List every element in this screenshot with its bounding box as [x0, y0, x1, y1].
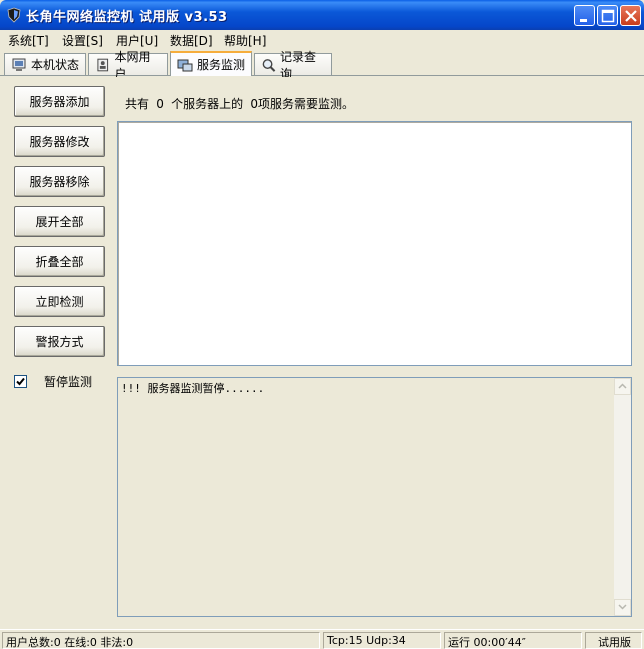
close-button[interactable]	[620, 5, 641, 26]
menu-settings[interactable]: 设置[S]	[62, 32, 103, 49]
log-textarea[interactable]: !!! 服务器监测暂停......	[117, 377, 632, 617]
computer-status-icon	[12, 58, 26, 71]
alert-method-button[interactable]: 警报方式	[14, 326, 105, 357]
pause-monitor-row[interactable]: 暂停监测	[14, 373, 92, 390]
title-bar[interactable]: 长角牛网络监控机 试用版 v3.53	[0, 0, 644, 30]
arrow-up-icon	[618, 383, 627, 389]
scroll-up-button[interactable]	[614, 378, 631, 395]
check-icon	[16, 377, 25, 386]
service-monitor-icon	[177, 59, 193, 71]
service-monitor-panel: 服务器添加 服务器修改 服务器移除 展开全部 折叠全部 立即检测 警报方式 共有…	[3, 77, 641, 625]
log-text: !!! 服务器监测暂停......	[121, 382, 265, 395]
status-users: 用户总数:0 在线:0 非法:0	[2, 632, 320, 649]
pause-label: 暂停监测	[44, 375, 93, 389]
tab-service-monitor[interactable]: 服务监测	[170, 51, 252, 76]
tab-label: 服务监测	[197, 58, 246, 72]
server-count: 0	[156, 97, 164, 111]
tab-record-search[interactable]: 记录查询	[254, 50, 332, 81]
edit-server-button[interactable]: 服务器修改	[14, 126, 105, 157]
status-bar: 用户总数:0 在线:0 非法:0 Tcp:15 Udp:34 运行 00:00′…	[0, 629, 644, 649]
status-runtime: 运行 00:00′44″	[444, 632, 582, 649]
server-tree[interactable]	[117, 121, 632, 366]
maximize-icon	[601, 9, 615, 23]
minimize-button[interactable]	[574, 5, 595, 26]
minimize-icon	[580, 19, 587, 22]
menu-system[interactable]: 系统[T]	[8, 32, 49, 49]
tab-network-users[interactable]: 本网用户	[88, 50, 168, 81]
app-shield-icon	[7, 7, 21, 23]
collapse-all-button[interactable]: 折叠全部	[14, 246, 105, 277]
add-server-button[interactable]: 服务器添加	[14, 86, 105, 117]
network-users-icon	[97, 58, 109, 71]
arrow-down-icon	[618, 604, 627, 610]
remove-server-button[interactable]: 服务器移除	[14, 166, 105, 197]
log-scrollbar[interactable]	[614, 378, 631, 616]
summary-suffix: 项服务需要监测。	[258, 97, 355, 111]
window-title: 长角牛网络监控机 试用版 v3.53	[26, 10, 228, 25]
menu-data[interactable]: 数据[D]	[170, 32, 213, 49]
status-ports: Tcp:15 Udp:34	[323, 632, 441, 649]
tab-local-status[interactable]: 本机状态	[4, 53, 86, 75]
menu-users[interactable]: 用户[U]	[116, 32, 158, 49]
scroll-down-button[interactable]	[614, 599, 631, 616]
record-search-icon	[262, 58, 276, 72]
summary-mid: 个服务器上的	[171, 97, 244, 111]
pause-checkbox[interactable]	[14, 375, 27, 388]
tab-label: 本机状态	[31, 58, 80, 72]
expand-all-button[interactable]: 展开全部	[14, 206, 105, 237]
menu-help[interactable]: 帮助[H]	[224, 32, 266, 49]
close-icon	[625, 10, 637, 22]
maximize-button[interactable]	[597, 5, 618, 26]
service-count: 0	[250, 97, 259, 111]
check-now-button[interactable]: 立即检测	[14, 286, 105, 317]
status-edition: 试用版	[585, 632, 642, 649]
tab-bar: 本机状态 本网用户 服务监测 记录查询	[0, 50, 644, 81]
monitor-summary: 共有 0 个服务器上的 0项服务需要监测。	[125, 95, 354, 112]
summary-prefix: 共有	[125, 97, 150, 111]
